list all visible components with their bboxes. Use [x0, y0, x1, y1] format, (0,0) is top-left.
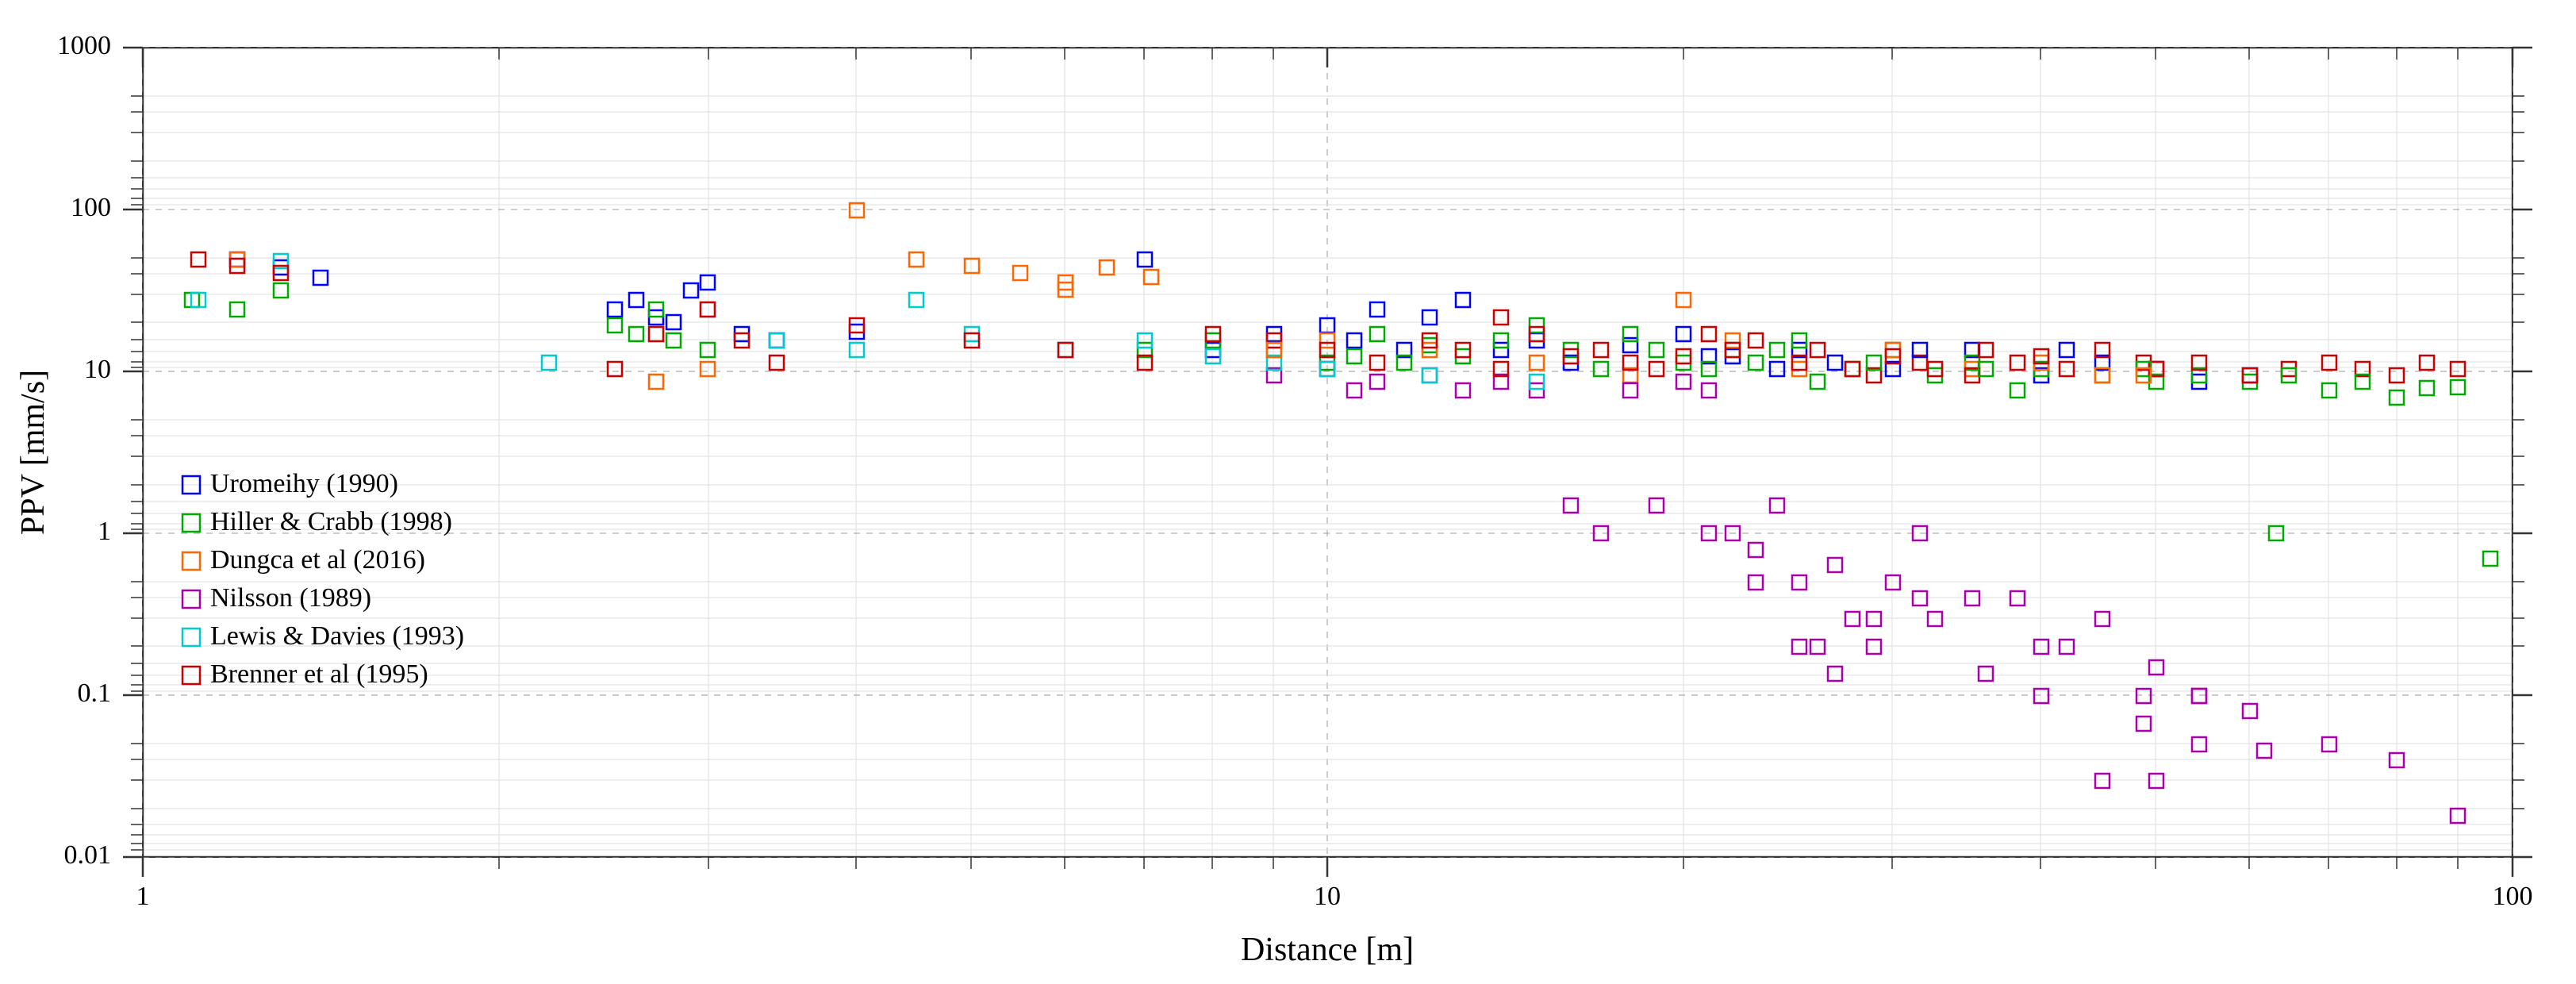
y-tick-0.01: 0.01: [64, 840, 112, 870]
y-tick-1000: 1000: [57, 31, 111, 60]
legend-label-cyan: Lewis & Davies (1993): [210, 621, 464, 651]
legend-label-green: Hiller & Crabb (1998): [210, 507, 452, 536]
chart-container: // Helper functions will be used inline: [0, 0, 2576, 984]
legend-label-red: Brenner et al (1995): [210, 659, 428, 689]
x-tick-100: 100: [2493, 882, 2533, 911]
y-tick-0.1: 0.1: [78, 678, 112, 708]
y-tick-1: 1: [98, 517, 111, 546]
y-tick-100: 100: [71, 193, 111, 222]
x-tick-10: 10: [1314, 882, 1341, 911]
legend-label-purple: Nilsson (1989): [210, 583, 371, 613]
y-axis-label: PPV [mm/s]: [15, 370, 52, 535]
x-axis-label: Distance [m]: [1241, 932, 1414, 968]
y-tick-10: 10: [84, 355, 111, 384]
legend-label-blue: Uromeihy (1990): [210, 469, 398, 498]
x-tick-1: 1: [136, 882, 150, 911]
legend-label-orange: Dungca et al (2016): [210, 545, 425, 575]
